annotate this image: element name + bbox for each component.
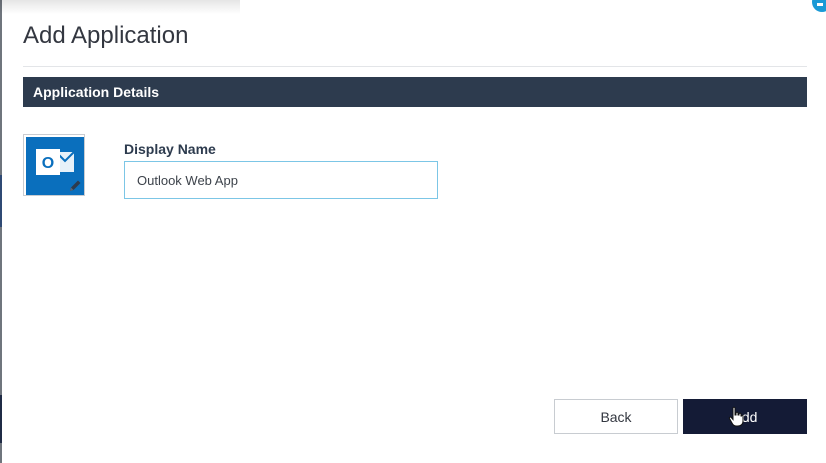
add-button[interactable]: Add [683, 399, 807, 434]
display-name-input[interactable] [124, 161, 438, 199]
pencil-icon[interactable] [67, 178, 83, 194]
section-header: Application Details [23, 77, 807, 107]
close-icon[interactable] [812, 0, 826, 12]
back-button[interactable]: Back [554, 399, 678, 434]
app-icon-picker[interactable]: O [23, 134, 85, 196]
backdrop-edge [0, 0, 2, 463]
svg-text:O: O [42, 155, 54, 172]
dialog-title: Add Application [23, 22, 189, 49]
dialog-shadow [0, 0, 240, 14]
title-divider [23, 66, 807, 67]
display-name-label: Display Name [124, 141, 216, 157]
add-application-dialog: Add Application Application Details O Di… [0, 0, 826, 463]
section-title: Application Details [33, 84, 160, 100]
